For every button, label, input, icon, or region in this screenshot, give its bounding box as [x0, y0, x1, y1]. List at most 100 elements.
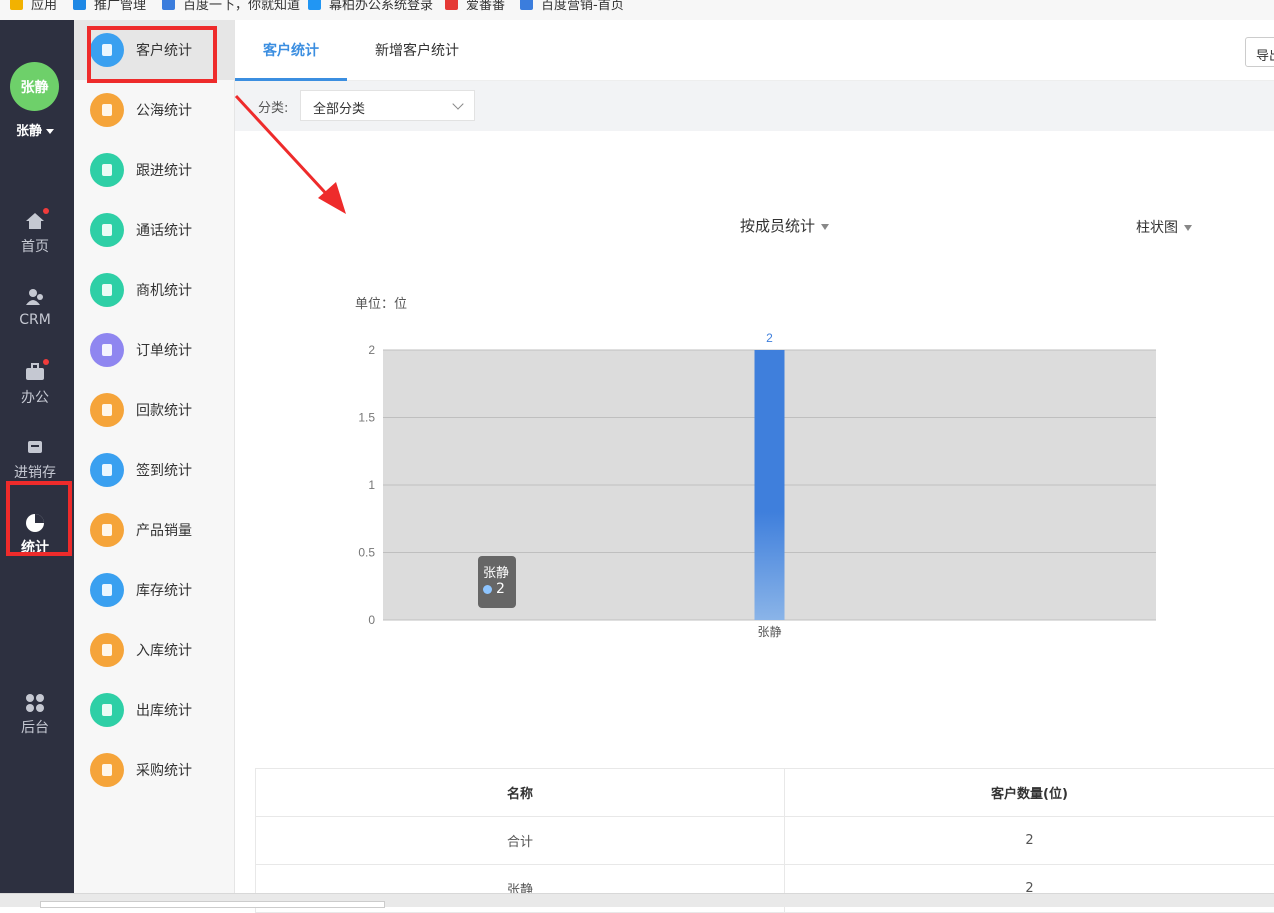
main-nav-rail: 张静 张静 首页 CRM 办公 进销存 统计 后台	[0, 20, 74, 907]
notification-dot	[43, 359, 49, 365]
category-value: 全部分类	[313, 102, 366, 117]
inventory-icon	[25, 438, 45, 456]
y-tick-label: 0.5	[358, 546, 375, 560]
bookmark-item[interactable]: 应用	[10, 0, 57, 13]
bookmark-item[interactable]: 幕柏办公系统登录	[308, 0, 433, 13]
group-by-label: 按成员统计	[740, 217, 816, 235]
menu-item-label: 商机统计	[136, 283, 192, 299]
tab-customer-stats[interactable]: 客户统计	[263, 40, 319, 60]
menu-item-label: 入库统计	[136, 643, 192, 659]
x-tick-label: 张静	[757, 625, 781, 639]
menu-item-7[interactable]: 签到统计	[74, 440, 234, 500]
menu-item-9[interactable]: 库存统计	[74, 560, 234, 620]
chart-type-dropdown[interactable]: 柱状图	[1136, 217, 1192, 237]
chart-type-label: 柱状图	[1136, 220, 1178, 236]
menu-item-10[interactable]: 入库统计	[74, 620, 234, 680]
menu-item-8[interactable]: 产品销量	[74, 500, 234, 560]
tab-bar: 客户统计 新增客户统计 导出	[235, 20, 1274, 81]
table-cell: 2	[785, 817, 1274, 864]
rail-item-1[interactable]: CRM	[0, 288, 70, 328]
table-row: 合计 2	[256, 817, 1274, 865]
chevron-down-icon	[452, 98, 464, 110]
category-label: 分类:	[258, 101, 289, 116]
home-icon	[25, 208, 49, 230]
y-tick-label: 1	[368, 478, 375, 492]
bookmark-item[interactable]: 百度一下，你就知道	[162, 0, 300, 13]
tooltip-value: 2	[496, 581, 505, 597]
tooltip-name: 张静	[483, 566, 510, 581]
warehouse-icon	[90, 573, 124, 607]
table-header-cell: 名称	[256, 769, 785, 816]
inbound-icon	[90, 633, 124, 667]
box-icon	[90, 513, 124, 547]
money-icon	[90, 393, 124, 427]
tab-new-customer-stats[interactable]: 新增客户统计	[375, 40, 459, 60]
highlight-box	[6, 481, 72, 556]
menu-item-label: 回款统计	[136, 403, 192, 419]
menu-item-label: 订单统计	[136, 343, 192, 359]
rail-item-2[interactable]: 办公	[0, 359, 70, 407]
group-by-dropdown[interactable]: 按成员统计	[740, 215, 830, 236]
menu-item-label: 签到统计	[136, 463, 192, 479]
bookmark-item[interactable]: 百度营销-首页	[520, 0, 624, 13]
user-icon	[90, 93, 124, 127]
bookmark-label: 应用	[31, 0, 58, 13]
rail-label: CRM	[19, 312, 51, 328]
menu-item-11[interactable]: 出库统计	[74, 680, 234, 740]
stats-table: 名称 客户数量(位) 合计 2 张静 2	[255, 768, 1274, 913]
filter-bar: 分类: 全部分类	[235, 81, 1274, 131]
y-tick-label: 1.5	[358, 411, 375, 425]
purchase-icon	[90, 753, 124, 787]
menu-item-4[interactable]: 商机统计	[74, 260, 234, 320]
rail-item-0[interactable]: 首页	[0, 208, 70, 256]
menu-item-label: 库存统计	[136, 583, 192, 599]
bookmark-item[interactable]: 爱番番	[445, 0, 505, 13]
crm-icon	[25, 288, 45, 306]
bookmark-favicon-icon	[73, 0, 86, 10]
unit-label: 单位：位	[355, 297, 408, 312]
notification-dot	[43, 208, 49, 214]
document-icon	[90, 153, 124, 187]
menu-item-label: 采购统计	[136, 763, 192, 779]
menu-item-1[interactable]: 公海统计	[74, 80, 234, 140]
chart-tooltip: 张静 2	[478, 556, 516, 608]
menu-item-6[interactable]: 回款统计	[74, 380, 234, 440]
phone-icon	[90, 213, 124, 247]
menu-item-5[interactable]: 订单统计	[74, 320, 234, 380]
bar-value-label: 2	[766, 331, 773, 345]
bookmark-label: 百度营销-首页	[541, 0, 624, 13]
rail-item-5[interactable]: 后台	[0, 693, 70, 737]
briefcase-icon	[25, 359, 49, 381]
y-tick-label: 0	[368, 613, 375, 627]
bookmark-label: 推广管理	[94, 0, 147, 13]
bookmarks-bar: 应用 推广管理 百度一下，你就知道 幕柏办公系统登录 爱番番 百度营销-首页	[0, 0, 1274, 20]
menu-item-2[interactable]: 跟进统计	[74, 140, 234, 200]
grid-icon	[25, 693, 45, 712]
table-cell: 合计	[256, 817, 785, 864]
category-select[interactable]: 全部分类	[300, 90, 475, 121]
main-content: 客户统计 新增客户统计 导出 分类: 全部分类 按成员统计 柱状图 单位：位 0…	[235, 20, 1274, 913]
bookmark-item[interactable]: 推广管理	[73, 0, 146, 13]
rail-label: 后台	[21, 720, 49, 736]
highlight-box	[87, 26, 217, 83]
bookmark-favicon-icon	[10, 0, 23, 10]
caret-down-icon	[46, 129, 54, 134]
user-menu[interactable]: 张静	[0, 120, 70, 139]
table-header-row: 名称 客户数量(位)	[256, 769, 1274, 817]
rail-item-3[interactable]: 进销存	[0, 438, 70, 482]
export-button[interactable]: 导出	[1245, 37, 1274, 67]
bookmark-favicon-icon	[162, 0, 175, 10]
avatar[interactable]: 张静	[10, 62, 59, 111]
bookmark-label: 幕柏办公系统登录	[329, 0, 434, 13]
horizontal-scrollbar[interactable]	[0, 893, 1274, 908]
bookmark-favicon-icon	[520, 0, 533, 10]
menu-item-label: 跟进统计	[136, 163, 192, 179]
menu-item-12[interactable]: 采购统计	[74, 740, 234, 800]
bar-chart: 00.511.522张静	[358, 331, 1156, 639]
caret-down-icon	[1184, 225, 1192, 231]
caret-down-icon	[821, 223, 830, 230]
menu-item-3[interactable]: 通话统计	[74, 200, 234, 260]
outbound-icon	[90, 693, 124, 727]
table-header-cell: 客户数量(位)	[785, 769, 1274, 816]
bookmark-label: 爱番番	[466, 0, 506, 13]
